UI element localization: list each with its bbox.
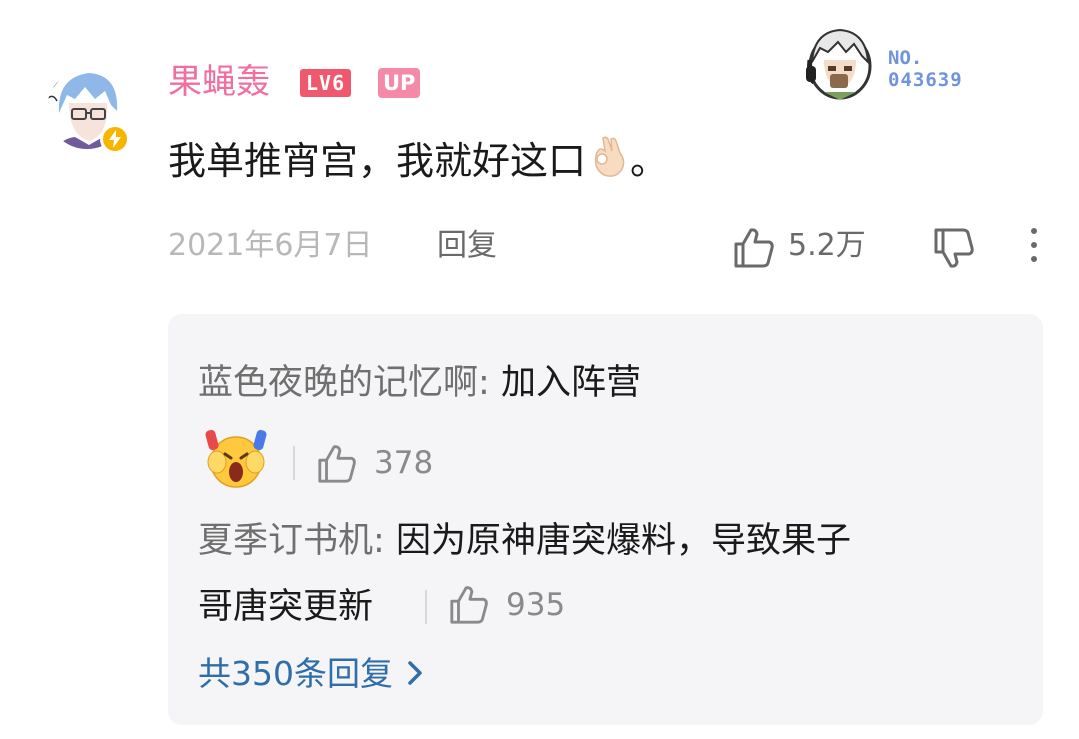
reply-text: 加入阵营 [500, 363, 641, 403]
like-count: 5.2万 [788, 228, 866, 263]
comment-text-end: 。 [630, 139, 669, 183]
thumbs-up-icon[interactable] [316, 443, 358, 489]
reply-like-count: 935 [506, 587, 566, 623]
reply-username[interactable]: 夏季订书机 [198, 521, 373, 561]
reply-username[interactable]: 蓝色夜晚的记忆啊 [198, 363, 478, 403]
comment-text: 我单推宵宫，我就好这口 。 [168, 135, 668, 192]
chevron-right-icon [407, 653, 423, 699]
username[interactable]: 果蝇轰 [168, 60, 270, 104]
reply-like-count: 378 [374, 445, 434, 481]
reply-item[interactable]: 夏季订书机: 因为原神唐突爆料，导致果子 [198, 514, 851, 568]
view-all-replies-label: 共350条回复 [198, 654, 393, 693]
more-options-icon[interactable] [1026, 228, 1042, 268]
fan-number-label: NO. [888, 47, 923, 69]
level-badge: LV6 [300, 69, 352, 97]
thumbs-up-icon[interactable] [732, 226, 776, 274]
fan-number-value: 043639 [888, 69, 963, 91]
screaming-face-emoji-icon [203, 428, 269, 492]
lightning-badge-icon [100, 124, 130, 154]
reply-text-continued: 哥唐突更新 [198, 587, 374, 627]
ok-hand-emoji-icon [588, 135, 628, 192]
up-badge: UP [378, 68, 421, 98]
reply-item[interactable]: 蓝色夜晚的记忆啊: 加入阵营 [198, 356, 641, 410]
comment-text-main: 我单推宵宫，我就好这口 [168, 139, 587, 183]
reply-separator: : [478, 363, 501, 403]
reply-button[interactable]: 回复 [437, 226, 497, 266]
divider [425, 590, 427, 624]
reply-text: 因为原神唐突爆料，导致果子 [395, 521, 851, 561]
view-all-replies-link[interactable]: 共350条回复 [198, 651, 423, 699]
thumbs-down-icon[interactable] [932, 226, 976, 274]
fan-card-avatar [802, 22, 876, 102]
divider [293, 446, 295, 480]
thumbs-up-icon[interactable] [448, 584, 490, 630]
reply-separator: : [373, 521, 396, 561]
comment-date: 2021年6月7日 [168, 228, 373, 263]
